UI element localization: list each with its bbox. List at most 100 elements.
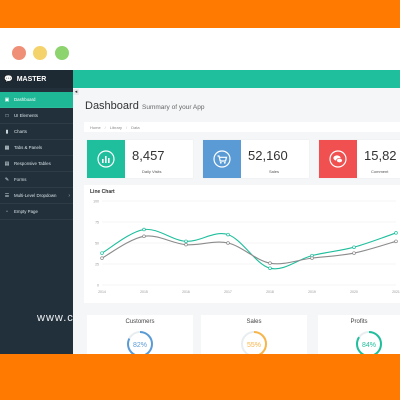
series-line-1 xyxy=(101,228,397,270)
data-point xyxy=(100,256,104,260)
sidebar-menu: ▣ Dashboard □ UI Elements ▮ Charts ▦ Tab… xyxy=(0,92,73,220)
progress-percent: 55% xyxy=(246,342,261,349)
y-tick-label: 0 xyxy=(97,284,99,288)
comments-icon xyxy=(329,150,347,168)
x-tick-label: 2014 xyxy=(98,290,106,294)
mini-card-sales: Sales 55% xyxy=(201,315,307,354)
data-point xyxy=(142,227,146,232)
watermark-text: www.c xyxy=(37,312,74,324)
sidebar-item-label: Charts xyxy=(14,129,27,134)
sidebar-item-label: Empty Page xyxy=(14,209,38,214)
data-point xyxy=(184,239,188,244)
stat-label: Comment xyxy=(371,169,389,174)
sidebar-item-tabs-panels[interactable]: ▦ Tabs & Panels xyxy=(0,140,73,156)
stat-value: 8,457 xyxy=(132,148,165,163)
sitemap-icon: ☰ xyxy=(4,192,10,199)
brand-name: MASTER xyxy=(16,75,47,83)
sidebar-item-label: Dashboard xyxy=(14,97,36,102)
brand[interactable]: 💬 MASTER xyxy=(0,70,73,88)
progress-percent: 82% xyxy=(132,342,147,349)
table-icon: ▤ xyxy=(4,160,10,167)
y-tick-label: 25 xyxy=(95,263,99,267)
stat-icon-block xyxy=(319,140,357,178)
close-window-button[interactable] xyxy=(12,46,26,60)
file-icon: ▫ xyxy=(6,208,8,215)
stat-icon-block xyxy=(203,140,241,178)
shopping-cart-icon xyxy=(213,150,231,168)
data-point xyxy=(394,231,398,235)
stat-label: Sales xyxy=(269,169,280,174)
sidebar-item-charts[interactable]: ▮ Charts xyxy=(0,124,73,140)
main-content: Dashboard Summary of your App Home / Lib… xyxy=(79,92,400,354)
page-title: Dashboard xyxy=(85,100,139,112)
data-point xyxy=(268,266,272,270)
mini-card-title: Sales xyxy=(246,319,262,325)
sidebar-item-forms[interactable]: ✎ Forms xyxy=(0,172,73,188)
stat-card-sales: 52,160 Sales xyxy=(203,140,309,178)
sidebar-item-label: UI Elements xyxy=(14,113,38,118)
sidebar-item-dashboard[interactable]: ▣ Dashboard xyxy=(0,92,73,108)
comments-icon: 💬 xyxy=(4,76,13,83)
data-point xyxy=(226,232,230,237)
x-tick-label: 2019 xyxy=(308,290,316,294)
sidebar-item-empty-page[interactable]: ▫ Empty Page xyxy=(0,204,73,220)
sidebar-item-label: Forms xyxy=(14,177,27,182)
x-tick-label: 2017 xyxy=(224,290,232,294)
data-point xyxy=(100,251,104,255)
bar-chart-icon xyxy=(97,150,115,168)
chevron-right-icon: › xyxy=(68,192,70,199)
line-chart-panel: Line Chart 0 25 50 75 100 2014 2015 2016 2017 201… xyxy=(84,185,400,303)
data-point xyxy=(226,241,230,245)
window-titlebar xyxy=(0,28,400,70)
browser-window: 💬 MASTER ▣ Dashboard □ UI Elements ▮ Cha… xyxy=(0,28,400,354)
top-navbar xyxy=(73,70,400,88)
minimize-window-button[interactable] xyxy=(33,46,47,60)
y-tick-label: 100 xyxy=(93,200,99,204)
data-point xyxy=(184,242,188,247)
data-point xyxy=(352,245,356,249)
mini-card-title: Customers xyxy=(125,319,155,325)
y-tick-label: 50 xyxy=(95,242,99,246)
data-point xyxy=(268,261,272,265)
maximize-window-button[interactable] xyxy=(55,46,69,60)
desktop-icon: □ xyxy=(5,112,9,119)
sidebar-item-label: Multi-Level Dropdown xyxy=(14,193,57,198)
data-point xyxy=(142,234,146,239)
breadcrumb-home[interactable]: Home xyxy=(90,125,101,130)
breadcrumb: Home / Library / Data xyxy=(84,122,400,132)
progress-percent: 84% xyxy=(361,342,376,349)
sidebar-item-responsive-tables[interactable]: ▤ Responsive Tables xyxy=(0,156,73,172)
stat-label: Daily Visits xyxy=(142,169,162,174)
x-tick-label: 2018 xyxy=(266,290,274,294)
series-line-2 xyxy=(101,235,397,265)
breadcrumb-separator: / xyxy=(104,124,106,130)
mini-card-profits: Profits 84% xyxy=(318,315,400,354)
data-point xyxy=(310,256,314,260)
sidebar-item-label: Responsive Tables xyxy=(14,161,51,166)
page-subtitle: Summary of your App xyxy=(142,104,205,111)
dashboard-icon: ▣ xyxy=(4,96,10,103)
bar-chart-icon: ▮ xyxy=(5,128,9,135)
data-point xyxy=(352,251,356,255)
breadcrumb-data: Data xyxy=(131,124,140,130)
sidebar-item-multi-level-dropdown[interactable]: ☰ Multi-Level Dropdown › xyxy=(0,188,73,204)
stat-value: 15,82 xyxy=(364,148,397,163)
qrcode-icon: ▦ xyxy=(4,144,10,151)
stat-card-comments: 15,82 Comment xyxy=(319,140,400,178)
x-tick-label: 2015 xyxy=(140,290,148,294)
y-tick-label: 75 xyxy=(95,221,99,225)
stat-icon-block xyxy=(87,140,125,178)
x-tick-label: 2016 xyxy=(182,290,190,294)
stat-value: 52,160 xyxy=(248,148,288,163)
sidebar-item-ui-elements[interactable]: □ UI Elements xyxy=(0,108,73,124)
breadcrumb-library[interactable]: Library xyxy=(110,125,122,130)
edit-icon: ✎ xyxy=(4,176,10,183)
breadcrumb-separator: / xyxy=(126,124,128,130)
line-chart: 0 25 50 75 100 2014 2015 2016 2017 2018 2019 2020 20… xyxy=(93,200,400,295)
mini-card-title: Profits xyxy=(350,319,368,325)
sidebar-item-label: Tabs & Panels xyxy=(14,145,43,150)
x-tick-label: 2020 xyxy=(350,290,358,294)
data-point xyxy=(394,239,398,244)
stat-card-daily-visits: 8,457 Daily Visits xyxy=(87,140,193,178)
x-tick-label: 2021 xyxy=(392,290,400,294)
